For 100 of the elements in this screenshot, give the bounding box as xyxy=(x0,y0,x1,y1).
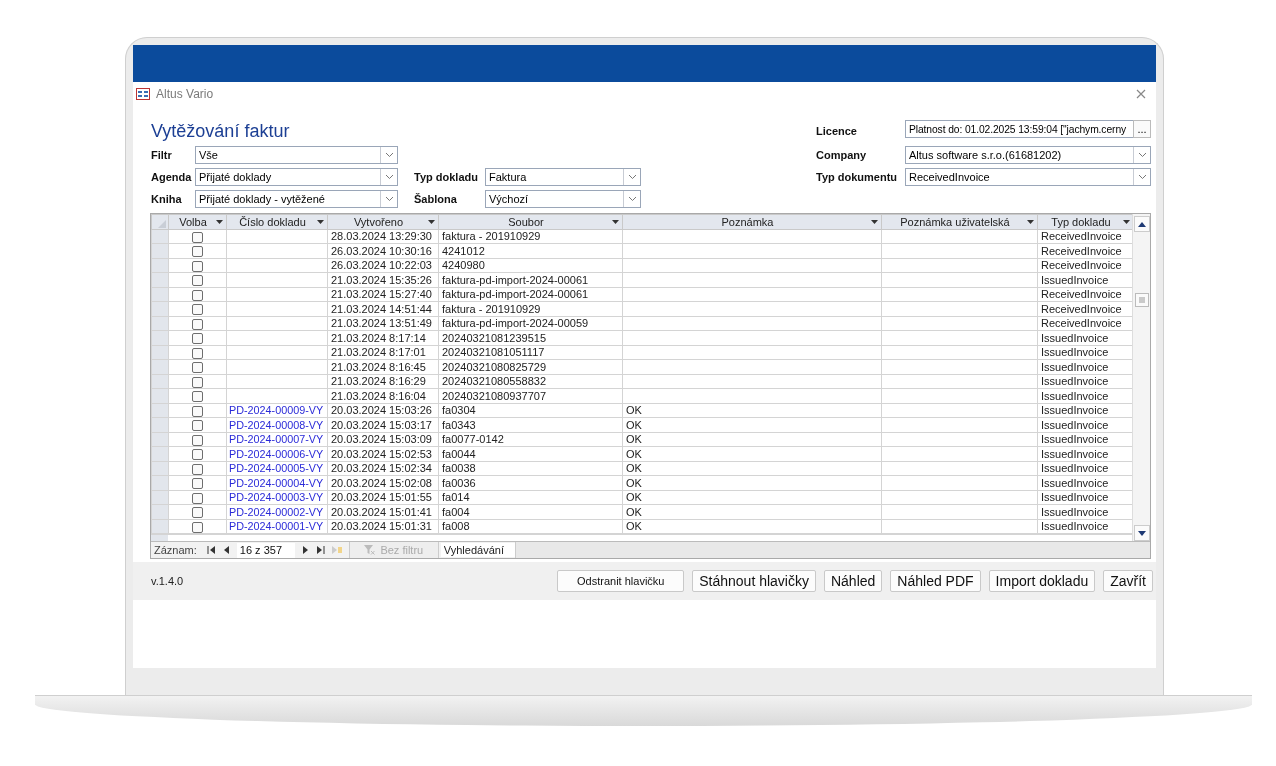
dropdown-arrow-icon[interactable] xyxy=(612,219,619,224)
scroll-up-icon[interactable] xyxy=(1133,216,1150,232)
chevron-down-icon[interactable] xyxy=(627,196,637,202)
table-cell: OK xyxy=(622,475,882,490)
table-cell: 21.03.2024 8:17:01 xyxy=(327,345,439,360)
field-label: Typ dokumentu xyxy=(816,171,899,183)
checkbox[interactable] xyxy=(192,362,203,374)
dropdown-arrow-icon[interactable] xyxy=(1123,219,1130,224)
document-link[interactable]: PD-2024-00006-VY xyxy=(226,446,328,461)
column-header[interactable]: Soubor xyxy=(438,214,623,229)
checkbox[interactable] xyxy=(192,289,203,301)
dropdown-arrow-icon[interactable] xyxy=(871,219,878,224)
document-link[interactable]: PD-2024-00002-VY xyxy=(226,504,328,519)
dropdown-field[interactable]: Vše xyxy=(195,146,398,164)
action-button[interactable]: Náhled xyxy=(823,570,883,592)
action-button[interactable]: Import dokladu xyxy=(988,570,1096,592)
checkbox[interactable] xyxy=(192,391,203,403)
dropdown-field[interactable]: Altus software s.r.o.(61681202) xyxy=(905,146,1151,164)
dropdown-arrow-icon[interactable] xyxy=(1027,219,1034,224)
field-label: Filtr xyxy=(151,149,173,161)
checkbox[interactable] xyxy=(192,478,203,490)
checkbox[interactable] xyxy=(192,434,203,446)
table-cell: 21.03.2024 8:17:14 xyxy=(327,330,439,345)
last-record-icon[interactable] xyxy=(314,546,325,554)
record-position-field[interactable]: 16 z 357 xyxy=(236,542,295,558)
column-header[interactable]: Vytvořeno xyxy=(327,214,439,229)
table-cell: fa0077-0142 xyxy=(438,432,623,447)
document-link[interactable]: PD-2024-00004-VY xyxy=(226,475,328,490)
action-button[interactable]: Zavřít xyxy=(1103,570,1153,592)
table-cell: 21.03.2024 8:16:45 xyxy=(327,359,439,374)
column-header[interactable]: Číslo dokladu xyxy=(226,214,328,229)
document-link[interactable]: PD-2024-00009-VY xyxy=(226,403,328,418)
dropdown-field[interactable]: Přijaté doklady xyxy=(195,168,398,186)
chevron-down-icon[interactable] xyxy=(627,174,637,180)
table-cell: fa0304 xyxy=(438,403,623,418)
checkbox[interactable] xyxy=(192,347,203,359)
dropdown-arrow-icon[interactable] xyxy=(216,219,223,224)
action-button[interactable]: Stáhnout hlavičky xyxy=(692,570,816,592)
dropdown-field[interactable]: Výchozí xyxy=(485,190,641,208)
checkbox[interactable] xyxy=(192,449,203,461)
field-label: Kniha xyxy=(151,193,183,205)
table-cell: faktura - 201910929 xyxy=(438,229,623,244)
checkbox[interactable] xyxy=(192,304,203,316)
column-header[interactable]: Poznámka uživatelská xyxy=(881,214,1038,229)
action-button[interactable]: Odstranit hlavičku xyxy=(557,570,685,592)
chevron-down-icon[interactable] xyxy=(1137,174,1147,180)
window-title: Altus Vario xyxy=(156,87,214,101)
action-button[interactable]: Náhled PDF xyxy=(890,570,981,592)
first-record-icon[interactable] xyxy=(206,546,217,554)
search-field[interactable]: Vyhledávání xyxy=(440,543,515,557)
dropdown-arrow-icon[interactable] xyxy=(317,219,324,224)
table-cell: 4240980 xyxy=(438,258,623,273)
scrollbar[interactable] xyxy=(1132,214,1150,541)
checkbox[interactable] xyxy=(192,507,203,519)
close-icon[interactable] xyxy=(1136,89,1146,99)
checkbox[interactable] xyxy=(192,231,203,243)
table-cell: fa0044 xyxy=(438,446,623,461)
chevron-down-icon[interactable] xyxy=(1137,152,1147,158)
form-icon xyxy=(136,88,150,100)
table-cell: 21.03.2024 8:16:04 xyxy=(327,388,439,403)
scroll-thumb[interactable] xyxy=(1134,293,1149,307)
checkbox[interactable] xyxy=(192,463,203,475)
table-cell: fa0343 xyxy=(438,417,623,432)
chevron-down-icon[interactable] xyxy=(384,152,394,158)
checkbox[interactable] xyxy=(192,405,203,417)
chevron-down-icon[interactable] xyxy=(384,196,394,202)
next-record-icon[interactable] xyxy=(300,546,309,554)
column-header[interactable]: Poznámka xyxy=(622,214,882,229)
table-cell: OK xyxy=(622,490,882,505)
checkbox[interactable] xyxy=(192,376,203,388)
column-header[interactable]: Volba xyxy=(168,214,227,229)
checkbox[interactable] xyxy=(192,492,203,504)
table-cell: 28.03.2024 13:29:30 xyxy=(327,229,439,244)
document-link[interactable]: PD-2024-00008-VY xyxy=(226,417,328,432)
table-cell: 20.03.2024 15:02:53 xyxy=(327,446,439,461)
dropdown-arrow-icon[interactable] xyxy=(428,219,435,224)
dropdown-field[interactable]: Faktura xyxy=(485,168,641,186)
dropdown-field[interactable]: Přijaté doklady - vytěžené xyxy=(195,190,398,208)
checkbox[interactable] xyxy=(192,260,203,272)
table-cell: 21.03.2024 8:16:29 xyxy=(327,374,439,389)
document-link[interactable]: PD-2024-00007-VY xyxy=(226,432,328,447)
table-cell: OK xyxy=(622,417,882,432)
checkbox[interactable] xyxy=(192,246,203,258)
text-field[interactable]: Platnost do: 01.02.2025 13:59:04 ["jachym.cerny xyxy=(906,123,1133,135)
checkbox[interactable] xyxy=(192,420,203,432)
checkbox[interactable] xyxy=(192,275,203,287)
column-header[interactable]: Typ dokladu xyxy=(1037,214,1132,229)
chevron-down-icon[interactable] xyxy=(384,174,394,180)
checkbox[interactable] xyxy=(192,318,203,330)
scroll-down-icon[interactable] xyxy=(1133,525,1150,541)
document-link[interactable]: PD-2024-00003-VY xyxy=(226,490,328,505)
previous-record-icon[interactable] xyxy=(222,546,231,554)
table-cell: 20.03.2024 15:01:31 xyxy=(327,519,439,534)
checkbox[interactable] xyxy=(192,333,203,345)
document-link[interactable]: PD-2024-00005-VY xyxy=(226,461,328,476)
checkbox[interactable] xyxy=(192,521,203,533)
more-button[interactable]: ... xyxy=(1133,120,1151,138)
horizontal-scrollbar[interactable] xyxy=(514,542,1150,558)
document-link[interactable]: PD-2024-00001-VY xyxy=(226,519,328,534)
dropdown-field[interactable]: ReceivedInvoice xyxy=(905,168,1151,186)
